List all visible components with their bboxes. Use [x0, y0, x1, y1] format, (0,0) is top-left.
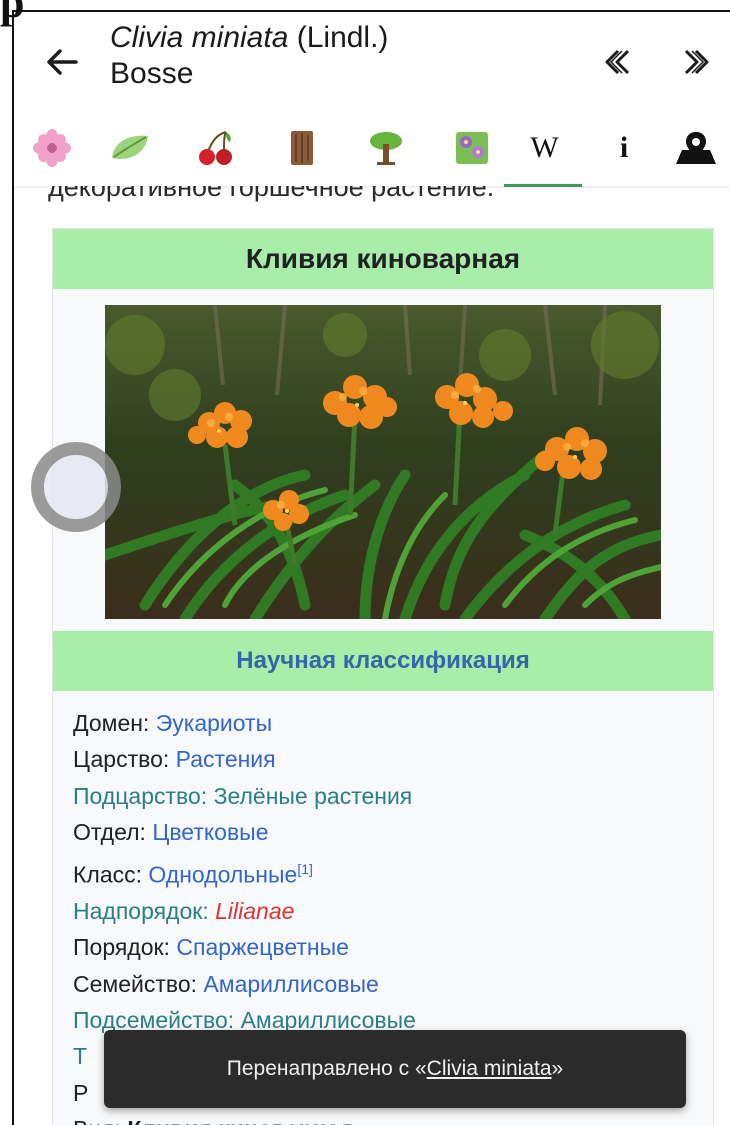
taxon-rank: Домен:: [73, 710, 150, 736]
bark-tab[interactable]: [280, 126, 324, 170]
flower-tab[interactable]: [30, 126, 74, 170]
species-photo[interactable]: [105, 305, 661, 619]
taxon-rank: Отдел:: [73, 819, 146, 846]
wikipedia-tab[interactable]: W: [522, 126, 566, 170]
taxon-rank: Царство:: [73, 746, 170, 773]
taxon-row-order: Порядок: Спаржецветные: [73, 929, 693, 965]
species-name: Кливия киноварная: [127, 1116, 352, 1125]
habit-tab[interactable]: [364, 126, 408, 170]
taxon-link[interactable]: Амариллисовые: [241, 1007, 416, 1033]
active-tab-indicator: [504, 184, 582, 187]
taxon-row-family: Семейство: Амариллисовые: [73, 966, 693, 1002]
flower-icon: [33, 129, 71, 167]
app-bar: Clivia miniata (Lindl.) Bosse: [14, 12, 730, 108]
toast-redirect-link[interactable]: Clivia miniata: [427, 1057, 552, 1081]
wikipedia-icon: W: [530, 131, 558, 164]
taxon-link[interactable]: Эукариоты: [156, 710, 272, 736]
map-tab[interactable]: [674, 126, 718, 170]
app-frame: Clivia miniata (Lindl.) Bosse декоративн…: [12, 10, 730, 1125]
clivia-photo-image: [105, 305, 661, 619]
title-author: Bosse: [110, 57, 194, 90]
taxon-rank: Порядок:: [73, 934, 170, 961]
taxobox: Кливия киноварная Научная классификация …: [52, 228, 714, 1125]
double-chevron-left-icon: [605, 49, 630, 75]
taxon-rank[interactable]: Надпорядок:: [73, 898, 209, 924]
classification-header: Научная классификация: [53, 631, 713, 691]
taxon-row-species: Вид: Кливия киноварная: [73, 1111, 693, 1125]
tree-icon: [370, 132, 402, 165]
map-pin-icon: [676, 132, 716, 164]
toast-suffix: »: [551, 1057, 564, 1080]
double-chevron-right-icon: [684, 49, 709, 75]
taxon-link[interactable]: Спаржецветные: [176, 934, 349, 960]
cherry-icon: [199, 131, 232, 165]
toast-prefix: Перенаправлено с «: [226, 1057, 427, 1080]
back-button[interactable]: [42, 42, 82, 82]
taxon-link-missing[interactable]: Lilianae: [215, 898, 294, 924]
taxon-link[interactable]: Однодольные: [148, 861, 297, 887]
floating-assistive-button[interactable]: [31, 442, 121, 532]
leaf-icon: [112, 135, 148, 159]
taxon-row-superorder: Надпорядок: Lilianae: [73, 893, 693, 929]
section-tab-strip: W i: [14, 108, 730, 186]
taxon-row-domain: Домен: Эукариоты: [73, 705, 693, 741]
taxon-rank: Семейство:: [73, 970, 198, 997]
bark-icon: [291, 131, 313, 165]
taxon-rank[interactable]: Подсемейство:: [73, 1007, 234, 1033]
taxon-rank[interactable]: Подцарство:: [73, 783, 207, 809]
arrow-left-icon: [47, 49, 78, 75]
leaf-tab[interactable]: [108, 126, 152, 170]
info-icon: i: [619, 131, 629, 164]
title-authority: (Lindl.): [288, 21, 389, 54]
fruit-tab[interactable]: [194, 126, 238, 170]
taxon-row-subkingdom: Подцарство: Зелёные растения: [73, 778, 693, 814]
taxon-link[interactable]: Растения: [176, 746, 276, 772]
page-title: Clivia miniata (Lindl.) Bosse: [110, 20, 490, 92]
taxon-rank: Р: [73, 1079, 89, 1106]
taxon-row-division: Отдел: Цветковые: [73, 814, 693, 850]
next-species-button[interactable]: [676, 42, 716, 82]
taxon-link[interactable]: Цветковые: [152, 819, 268, 845]
title-scientific-name: Clivia miniata: [110, 21, 289, 54]
redirect-toast: Перенаправлено с «Clivia miniata»: [104, 1030, 686, 1108]
taxon-link[interactable]: Зелёные растения: [214, 783, 413, 809]
taxon-rank: Вид:: [73, 1116, 121, 1125]
taxon-link[interactable]: Амариллисовые: [203, 971, 378, 997]
taxon-row-kingdom: Царство: Растения: [73, 741, 693, 777]
info-tab[interactable]: i: [602, 126, 646, 170]
taxon-rank: Класс:: [73, 861, 142, 888]
taxon-rank[interactable]: Т: [73, 1043, 87, 1069]
taxobox-title: Кливия киноварная: [53, 229, 713, 289]
gallery-tab[interactable]: [450, 126, 494, 170]
plant-icon: [456, 132, 488, 164]
previous-species-button[interactable]: [598, 42, 638, 82]
taxon-row-class: Класс: Однодольные[1]: [73, 851, 693, 893]
top-letter-fragment: p: [0, 0, 25, 27]
reference-link[interactable]: [1]: [297, 861, 313, 877]
